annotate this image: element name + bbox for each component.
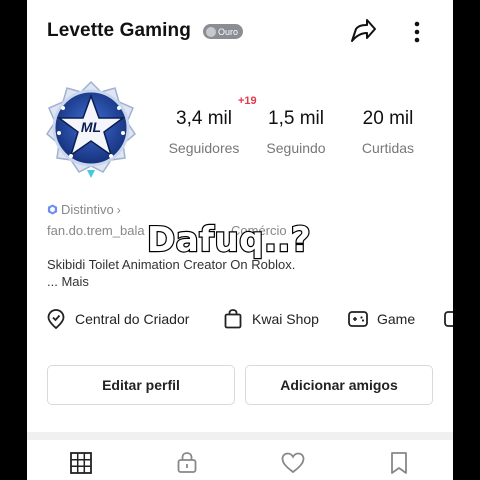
tab-liked[interactable] — [280, 450, 306, 476]
shortcut-label: Central do Criador — [75, 311, 190, 327]
grid-icon — [70, 452, 92, 474]
profile-name: Levette Gaming — [47, 20, 191, 41]
distintivo-label: Distintivo — [61, 202, 114, 217]
shortcut-kwai-shop[interactable]: Kwai Shop — [222, 308, 319, 330]
following-value: 1,5 mil — [268, 108, 324, 129]
edit-profile-button[interactable]: Editar perfil — [47, 365, 235, 405]
add-friends-button[interactable]: Adicionar amigos — [245, 365, 433, 405]
profile-bio: Skibidi Toilet Animation Creator On Robl… — [47, 256, 295, 290]
avatar-logo-text: ML — [80, 119, 102, 135]
shortcut-game[interactable]: Game — [347, 308, 415, 330]
tab-posts[interactable] — [68, 450, 94, 476]
shortcut-creator-center[interactable]: Central do Criador — [45, 308, 189, 330]
lock-icon — [177, 452, 197, 473]
followers-label: Seguidores — [168, 140, 240, 156]
shopping-bag-icon — [224, 309, 242, 329]
following-label: Seguindo — [266, 140, 326, 156]
badge-label: Ouro — [218, 26, 239, 37]
fan-club-text[interactable]: fan.do.trem_bala — [47, 223, 145, 238]
heart-icon — [281, 452, 305, 474]
gamepad-icon — [348, 311, 368, 327]
likes-label: Curtidas — [361, 140, 415, 156]
more-options-icon[interactable] — [407, 16, 427, 48]
shortcut-label: Kwai Shop — [252, 311, 319, 327]
location-pin-icon — [47, 309, 65, 330]
followers-value: 3,4 mil — [176, 108, 232, 129]
following-stat[interactable]: 1,5 mil Seguindo — [259, 108, 333, 156]
likes-stat[interactable]: 20 mil Curtidas — [351, 108, 425, 156]
bio-more-link[interactable]: ... Mais — [47, 273, 295, 290]
likes-value: 20 mil — [362, 108, 414, 129]
bookmark-icon — [391, 452, 407, 474]
profile-header: Levette Gaming Ouro — [27, 0, 453, 62]
avatar[interactable]: ML — [41, 78, 141, 188]
share-icon[interactable] — [347, 16, 379, 48]
distintivo-hex-icon — [47, 204, 58, 215]
tab-saved[interactable] — [386, 450, 412, 476]
content-tab-bar — [27, 440, 453, 480]
section-divider — [27, 432, 453, 440]
new-followers-count: +19 — [238, 95, 257, 107]
chevron-right-icon: › — [116, 202, 121, 217]
distintivo-link[interactable]: Distintivo › — [47, 202, 121, 217]
overlay-caption: Dafuq..? — [146, 219, 312, 261]
partial-shortcut-icon — [444, 311, 453, 327]
followers-stat[interactable]: 3,4 mil Seguidores — [167, 108, 241, 156]
shortcut-overflow[interactable] — [443, 308, 453, 330]
tab-private[interactable] — [174, 450, 200, 476]
badge-icon — [206, 26, 216, 37]
tier-badge[interactable]: Ouro — [203, 24, 244, 39]
shortcut-label: Game — [377, 311, 416, 327]
profile-screen: Levette Gaming Ouro ML +19 3,4 mil Segui… — [27, 0, 453, 480]
